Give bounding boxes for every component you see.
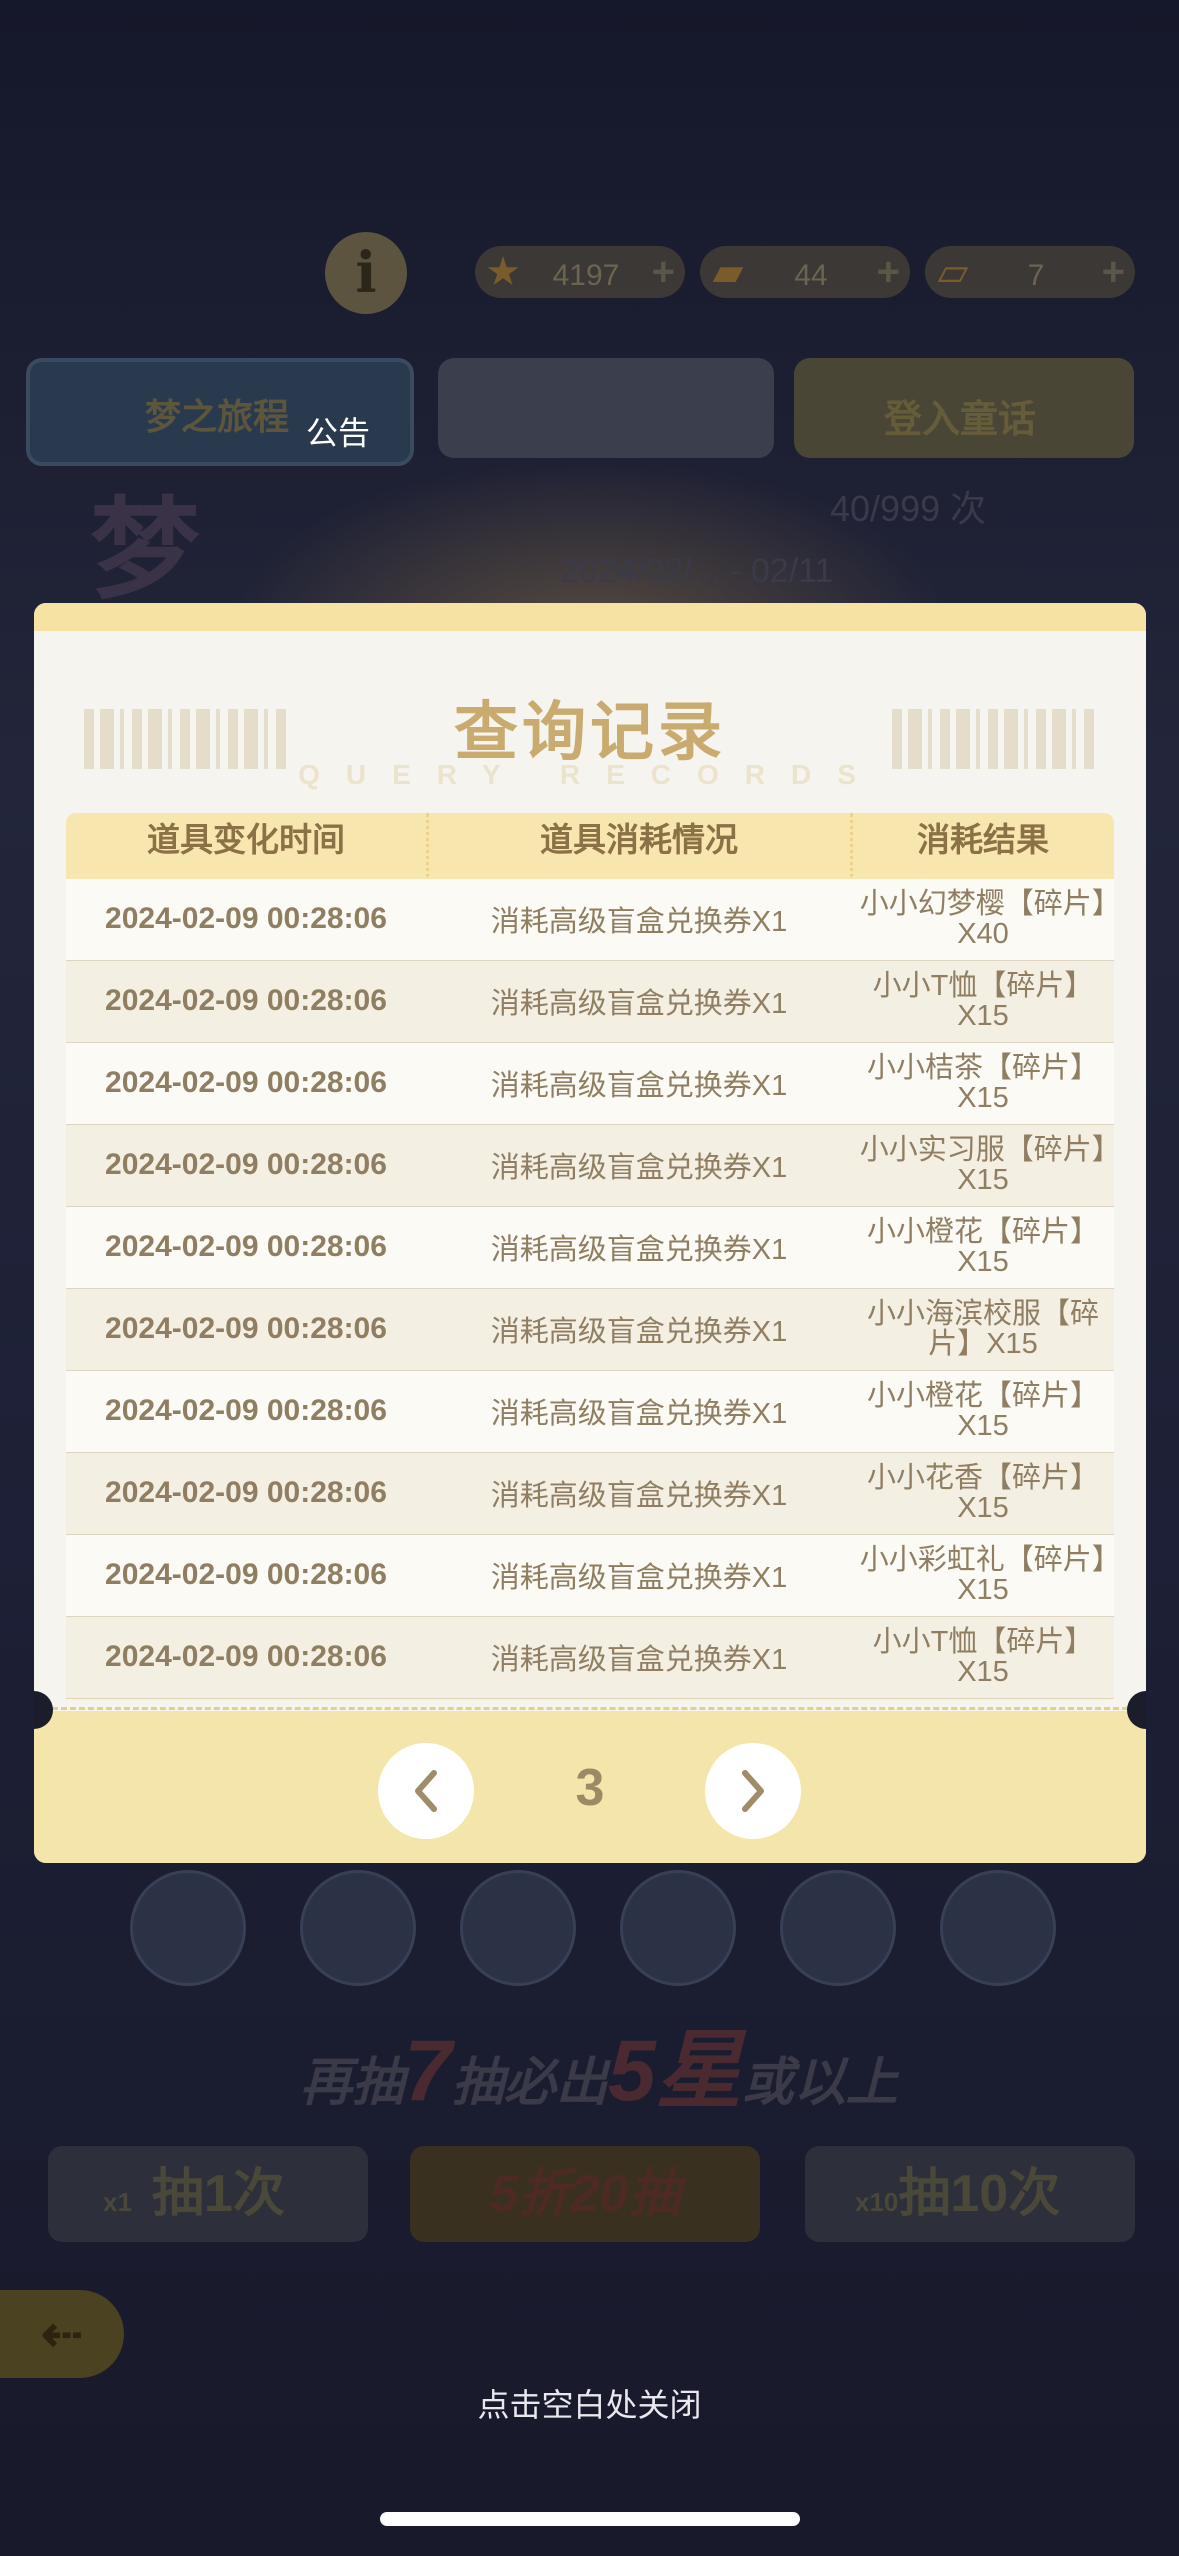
table-row: 2024-02-09 00:28:06 消耗高级盲盒兑换券X1 小小海滨校服【碎片】… (66, 1289, 1114, 1371)
table-row: 2024-02-09 00:28:06 消耗高级盲盒兑换券X1 小小T恤【碎片】X1… (66, 961, 1114, 1043)
consumption-cell: 消耗高级盲盒兑换券X1 (490, 1644, 788, 1676)
table-row: 2024-02-09 00:28:06 消耗高级盲盒兑换券X1 小小橙花【碎片】X1… (66, 1371, 1114, 1453)
tap-to-close-hint[interactable]: 点击空白处关闭 (0, 2380, 1179, 2426)
consumption-cell: 消耗高级盲盒兑换券X1 (490, 1398, 788, 1430)
page-number: 3 (575, 1759, 605, 1817)
consumption-cell: 消耗高级盲盒兑换券X1 (490, 1234, 788, 1266)
consumption-cell: 消耗高级盲盒兑换券X1 (490, 1152, 788, 1184)
table-row: 2024-02-09 00:28:06 消耗高级盲盒兑换券X1 小小T恤【碎片】X1… (66, 1617, 1114, 1699)
consumption-cell: 消耗高级盲盒兑换券X1 (490, 1070, 788, 1102)
add-coupons-button[interactable]: + (1102, 246, 1125, 298)
consumption-cell: 消耗高级盲盒兑换券X1 (490, 988, 788, 1020)
result-cell: 小小橙花【碎片】X15 (866, 1216, 1099, 1278)
table-row: 2024-02-09 00:28:06 消耗高级盲盒兑换券X1 小小桔茶【碎片】X1… (66, 1043, 1114, 1125)
time-cell: 2024-02-09 00:28:06 (105, 1558, 387, 1591)
ticket-icon: ▰ (712, 250, 744, 294)
result-cell: 小小T恤【碎片】X15 (872, 970, 1094, 1032)
time-cell: 2024-02-09 00:28:06 (105, 1148, 387, 1181)
consumption-cell: 消耗高级盲盒兑换券X1 (490, 1480, 788, 1512)
table-row: 2024-02-09 00:28:06 消耗高级盲盒兑换券X1 小小幻梦樱【碎片】X… (66, 879, 1114, 961)
table-header: 道具变化时间 道具消耗情况 消耗结果 (66, 813, 1114, 879)
time-cell: 2024-02-09 00:28:06 (105, 984, 387, 1017)
header-result: 消耗结果 (917, 821, 1049, 858)
character-row (120, 1870, 1060, 1986)
event-dates: 2024/02/... - 02/11 (560, 552, 834, 590)
tab-login-fairytale[interactable]: 登入童话 (794, 358, 1134, 458)
character-avatar[interactable] (620, 1870, 736, 1986)
add-tickets-button[interactable]: + (877, 246, 900, 298)
resource-bar: i ★ 4197 + ▰ 44 + ▱ 7 + (325, 232, 1135, 314)
coupon-icon: ▱ (937, 250, 969, 294)
table-row: 2024-02-09 00:28:06 消耗高级盲盒兑换券X1 小小实习服【碎片】X… (66, 1125, 1114, 1207)
notice-label[interactable]: 公告 (306, 408, 370, 454)
star-icon: ★ (485, 250, 521, 294)
character-avatar[interactable] (940, 1870, 1056, 1986)
back-button[interactable]: ⇠ (0, 2290, 124, 2378)
time-cell: 2024-02-09 00:28:06 (105, 1394, 387, 1427)
chevron-right-icon (742, 1770, 764, 1812)
dialog-top-band (34, 603, 1146, 631)
time-cell: 2024-02-09 00:28:06 (105, 1476, 387, 1509)
result-cell: 小小海滨校服【碎片】X15 (866, 1298, 1099, 1360)
draw-buttons: x1 抽1次 5折20抽 x10抽10次 (0, 2130, 1179, 2250)
tab-middle[interactable] (438, 358, 774, 458)
dialog-body: 查询记录 QUERY RECORDS 道具变化时间 道具消耗情况 消耗结果 20… (34, 631, 1146, 1711)
add-stars-button[interactable]: + (652, 246, 675, 298)
draw-once-button[interactable]: x1 抽1次 (48, 2146, 368, 2242)
banner-title-glyph: 梦 (90, 485, 200, 614)
consumption-cell: 消耗高级盲盒兑换券X1 (490, 1316, 788, 1348)
time-cell: 2024-02-09 00:28:06 (105, 1230, 387, 1263)
home-indicator[interactable] (380, 2512, 800, 2526)
draw-ten-button[interactable]: x10抽10次 (805, 2146, 1135, 2242)
result-cell: 小小花香【碎片】X15 (866, 1462, 1099, 1524)
time-cell: 2024-02-09 00:28:06 (105, 1312, 387, 1345)
header-time: 道具变化时间 (147, 821, 345, 858)
header-consumption: 道具消耗情况 (540, 821, 738, 858)
character-avatar[interactable] (460, 1870, 576, 1986)
resource-coupons: ▱ 7 + (925, 246, 1135, 298)
time-cell: 2024-02-09 00:28:06 (105, 902, 387, 935)
character-avatar[interactable] (300, 1870, 416, 1986)
character-avatar[interactable] (130, 1870, 246, 1986)
info-button[interactable]: i (325, 232, 407, 314)
table-row: 2024-02-09 00:28:06 消耗高级盲盒兑换券X1 小小橙花【碎片】X1… (66, 1207, 1114, 1289)
half-price-draw-button[interactable]: 5折20抽 (410, 2146, 760, 2242)
result-cell: 小小彩虹礼【碎片】X15 (859, 1544, 1107, 1606)
result-cell: 小小桔茶【碎片】X15 (866, 1052, 1099, 1114)
character-avatar[interactable] (780, 1870, 896, 1986)
records-table: 道具变化时间 道具消耗情况 消耗结果 2024-02-09 00:28:06 消耗… (66, 813, 1114, 1701)
resource-tickets: ▰ 44 + (700, 246, 910, 298)
tear-line (34, 1707, 1146, 1710)
result-cell: 小小实习服【碎片】X15 (859, 1134, 1107, 1196)
draw-count: 40/999 次 (830, 488, 987, 529)
event-tabs: 梦之旅程 登入童话 (0, 350, 1179, 466)
table-row: 2024-02-09 00:28:06 消耗高级盲盒兑换券X1 小小彩虹礼【碎片】X… (66, 1535, 1114, 1617)
next-page-button[interactable] (705, 1743, 801, 1839)
time-cell: 2024-02-09 00:28:06 (105, 1066, 387, 1099)
table-body: 2024-02-09 00:28:06 消耗高级盲盒兑换券X1 小小幻梦樱【碎片】X… (66, 879, 1114, 1699)
result-cell: 小小橙花【碎片】X15 (866, 1380, 1099, 1442)
result-cell: 小小T恤【碎片】X15 (872, 1626, 1094, 1688)
time-cell: 2024-02-09 00:28:06 (105, 1640, 387, 1673)
table-row: 2024-02-09 00:28:06 消耗高级盲盒兑换券X1 小小花香【碎片】X1… (66, 1453, 1114, 1535)
consumption-cell: 消耗高级盲盒兑换券X1 (490, 1562, 788, 1594)
consumption-cell: 消耗高级盲盒兑换券X1 (490, 906, 788, 938)
query-records-dialog: 查询记录 QUERY RECORDS 道具变化时间 道具消耗情况 消耗结果 20… (34, 603, 1146, 1863)
pity-text: 再抽7抽必出5星或以上 (300, 2023, 898, 2119)
result-cell: 小小幻梦樱【碎片】X40 (859, 888, 1107, 950)
resource-stars: ★ 4197 + (475, 246, 685, 298)
dialog-subtitle: QUERY RECORDS (298, 759, 882, 790)
